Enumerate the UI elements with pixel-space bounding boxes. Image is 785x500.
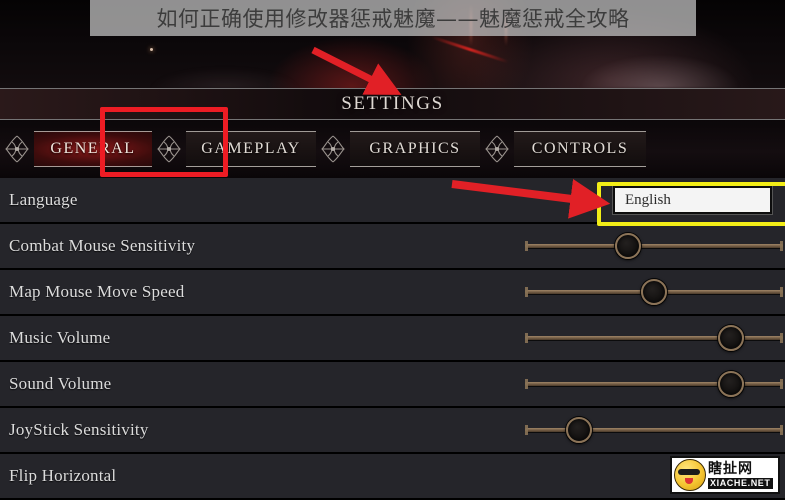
tab-plate[interactable]: GRAPHICS — [350, 131, 480, 167]
language-value: English — [625, 191, 671, 208]
tab-plate[interactable]: GAMEPLAY — [186, 131, 316, 167]
watermark-en: XIACHE.NET — [708, 477, 773, 489]
setting-slider[interactable] — [525, 417, 783, 443]
slider-cap-right — [780, 425, 783, 435]
slider-knob[interactable] — [718, 371, 745, 397]
emoji-face-icon — [674, 459, 706, 491]
settings-title: SETTINGS — [341, 93, 444, 114]
watermark-text: 瞎扯网 XIACHE.NET — [708, 462, 773, 489]
slider-cap-left — [525, 425, 528, 435]
setting-label: Map Mouse Move Speed — [9, 282, 185, 301]
settings-rows: Language English Combat Mouse Sensitivity M… — [0, 178, 785, 500]
tab-plate[interactable]: CONTROLS — [514, 131, 646, 167]
article-title-text: 如何正确使用修改器惩戒魅魔——魅魔惩戒全攻略 — [156, 7, 630, 31]
settings-tab-bar[interactable]: GENERAL GAMEPLAY GRAPHICS CONTROLS — [0, 120, 785, 178]
slider-track[interactable] — [525, 244, 783, 248]
fleur-ornament-icon — [0, 132, 34, 166]
site-watermark: 瞎扯网 XIACHE.NET — [670, 456, 780, 494]
fleur-ornament-icon — [480, 132, 514, 166]
article-title-banner: 如何正确使用修改器惩戒魅魔——魅魔惩戒全攻略 — [90, 0, 696, 36]
ember-particle — [150, 48, 153, 51]
fleur-ornament-icon — [152, 132, 186, 166]
setting-slider[interactable] — [525, 279, 783, 305]
settings-row: Music Volume — [0, 316, 785, 360]
slider-cap-right — [780, 333, 783, 343]
slider-cap-left — [525, 287, 528, 297]
tab-plate[interactable]: GENERAL — [34, 131, 152, 167]
tab-label: GAMEPLAY — [201, 140, 301, 157]
setting-slider[interactable] — [525, 371, 783, 397]
setting-label: Flip Horizontal — [9, 466, 117, 485]
slider-knob[interactable] — [641, 279, 667, 305]
setting-label: Music Volume — [9, 328, 111, 347]
setting-label: Sound Volume — [9, 374, 112, 393]
tab-gameplay[interactable]: GAMEPLAY — [152, 130, 316, 168]
slider-cap-left — [525, 241, 528, 251]
slider-track[interactable] — [525, 428, 783, 432]
mouth-icon — [685, 478, 693, 484]
settings-row: Flip Horizontal — [0, 454, 785, 498]
screenshot-root: 如何正确使用修改器惩戒魅魔——魅魔惩戒全攻略 SETTINGS GENERAL G… — [0, 0, 785, 500]
slider-knob[interactable] — [718, 325, 745, 351]
setting-slider[interactable] — [525, 325, 783, 351]
tab-label: CONTROLS — [531, 140, 629, 157]
slider-knob[interactable] — [615, 233, 642, 259]
settings-row: Sound Volume — [0, 362, 785, 406]
slider-cap-left — [525, 379, 528, 389]
settings-row: Map Mouse Move Speed — [0, 270, 785, 314]
settings-row: JoyStick Sensitivity — [0, 408, 785, 452]
tab-controls[interactable]: CONTROLS — [480, 130, 646, 168]
slider-cap-right — [780, 287, 783, 297]
setting-label: JoyStick Sensitivity — [9, 420, 149, 439]
watermark-cn: 瞎扯网 — [708, 460, 753, 477]
tab-general[interactable]: GENERAL — [0, 130, 152, 168]
character-silhouette-left — [120, 34, 330, 88]
language-dropdown[interactable]: English — [613, 186, 772, 214]
settings-row: Combat Mouse Sensitivity — [0, 224, 785, 268]
setting-label: Combat Mouse Sensitivity — [9, 236, 196, 255]
tab-label: GENERAL — [50, 140, 136, 157]
settings-row: Language English — [0, 178, 785, 222]
tab-label: GRAPHICS — [369, 140, 461, 157]
fleur-ornament-icon — [316, 132, 350, 166]
slider-cap-right — [780, 379, 783, 389]
setting-slider[interactable] — [525, 233, 783, 259]
slider-cap-left — [525, 333, 528, 343]
slider-knob[interactable] — [566, 417, 593, 443]
setting-label: Language — [9, 190, 78, 209]
tab-graphics[interactable]: GRAPHICS — [316, 130, 480, 168]
sunglasses-icon — [678, 469, 700, 475]
slider-cap-right — [780, 241, 783, 251]
